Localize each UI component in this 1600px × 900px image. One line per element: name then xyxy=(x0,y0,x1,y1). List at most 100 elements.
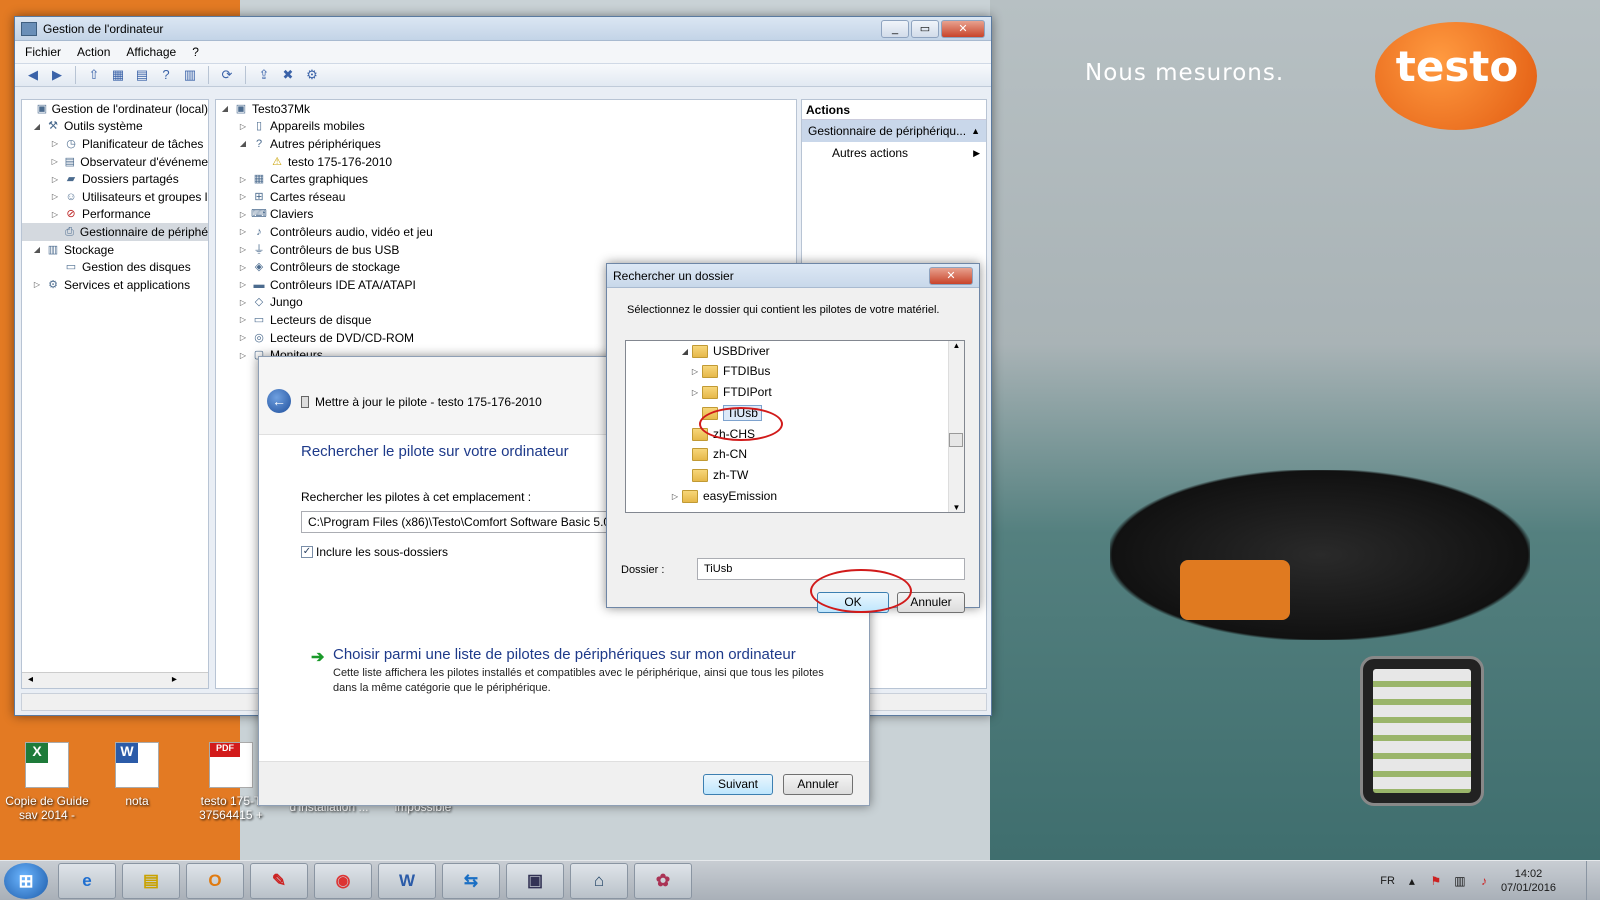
cancel-button[interactable]: Annuler xyxy=(783,774,853,795)
menu-help[interactable]: ? xyxy=(192,45,199,59)
tree-item-users-groups[interactable]: ▷ ☺ Utilisateurs et groupes l xyxy=(22,188,208,206)
browse-titlebar[interactable]: Rechercher un dossier ✕ xyxy=(607,264,979,288)
internet-explorer-icon[interactable]: e xyxy=(58,863,116,899)
include-subfolders-option[interactable]: ✓ Inclure les sous-dossiers xyxy=(301,545,448,559)
folder-ftdiport[interactable]: ▷ FTDIPort xyxy=(690,382,772,402)
next-button[interactable]: Suivant xyxy=(703,774,773,795)
pen-drive-icon[interactable]: ✎ xyxy=(250,863,308,899)
expand-arrow[interactable]: ▷ xyxy=(238,175,248,184)
device-category-usb[interactable]: ▷ ⏚ Contrôleurs de bus USB xyxy=(216,241,796,259)
expand-arrow[interactable]: ▷ xyxy=(238,245,248,254)
expand-arrow[interactable]: ◢ xyxy=(32,122,42,131)
action-center-icon[interactable]: ⚑ xyxy=(1429,874,1443,888)
paint-icon[interactable]: ✿ xyxy=(634,863,692,899)
tree-item-device-manager[interactable]: ⎙ Gestionnaire de périphé xyxy=(22,223,208,241)
device-category-network[interactable]: ▷ ⊞ Cartes réseau xyxy=(216,188,796,206)
scan-hardware-icon[interactable]: ⟳ xyxy=(217,66,237,84)
up-folder-icon[interactable]: ⇧ xyxy=(84,66,104,84)
network-icon[interactable]: ⌂ xyxy=(570,863,628,899)
update-driver-icon[interactable]: ⇪ xyxy=(254,66,274,84)
expand-arrow[interactable]: ▷ xyxy=(690,388,700,397)
device-category-mobile[interactable]: ▷ ▯ Appareils mobiles xyxy=(216,118,796,136)
menu-fichier[interactable]: Fichier xyxy=(25,45,61,59)
choose-driver-list-link[interactable]: Choisir parmi une liste de pilotes de pé… xyxy=(333,646,796,663)
tree-item-storage[interactable]: ◢ ▥ Stockage xyxy=(22,241,208,259)
language-indicator[interactable]: FR xyxy=(1380,875,1395,887)
word-icon[interactable]: W xyxy=(378,863,436,899)
enable-device-icon[interactable]: ⚙ xyxy=(302,66,322,84)
tree-item-computer-management[interactable]: ▣ Gestion de l'ordinateur (local) xyxy=(22,100,208,118)
expand-arrow[interactable]: ▷ xyxy=(50,192,60,201)
expand-arrow[interactable]: ▷ xyxy=(238,351,248,360)
folder-easyemission[interactable]: ▷ easyEmission xyxy=(670,486,777,506)
folder-tree[interactable]: ◢ USBDriver ▷ FTDIBus ▷ FTDIPort TiUsb z… xyxy=(625,340,965,513)
expand-arrow[interactable]: ▷ xyxy=(238,210,248,219)
network-status-icon[interactable]: ▥ xyxy=(1453,874,1467,888)
console-tree[interactable]: ▣ Gestion de l'ordinateur (local) ◢ ⚒ Ou… xyxy=(21,99,209,689)
desktop-icon-word[interactable]: nota xyxy=(92,742,182,808)
tree-item-shared-folders[interactable]: ▷ ▰ Dossiers partagés xyxy=(22,170,208,188)
collapse-arrow-icon[interactable]: ▲ xyxy=(971,120,980,142)
device-category-keyboard[interactable]: ▷ ⌨ Claviers xyxy=(216,206,796,224)
show-hidden-icons-icon[interactable]: ▴ xyxy=(1405,874,1419,888)
folder-ftdibus[interactable]: ▷ FTDIBus xyxy=(690,361,770,381)
show-hide-tree-icon[interactable]: ▦ xyxy=(108,66,128,84)
expand-arrow[interactable]: ▷ xyxy=(238,298,248,307)
chrome-icon[interactable]: ◉ xyxy=(314,863,372,899)
start-button[interactable]: ⊞ xyxy=(4,863,48,899)
cm-titlebar[interactable]: Gestion de l'ordinateur _ ▭ ✕ xyxy=(15,17,991,41)
device-testo[interactable]: ⚠ testo 175-176-2010 xyxy=(216,153,796,171)
expand-arrow[interactable]: ▷ xyxy=(690,367,700,376)
expand-arrow[interactable]: ◢ xyxy=(238,139,248,148)
expand-arrow[interactable]: ▷ xyxy=(50,157,59,166)
maximize-button[interactable]: ▭ xyxy=(911,19,939,38)
device-root[interactable]: ◢ ▣ Testo37Mk xyxy=(216,100,796,118)
close-button[interactable]: ✕ xyxy=(929,266,973,285)
actions-device-manager[interactable]: Gestionnaire de périphériqu... ▲ xyxy=(802,120,986,142)
scroll-thumb[interactable] xyxy=(949,433,963,447)
back-arrow-icon[interactable]: ← xyxy=(267,389,291,413)
teamviewer-icon[interactable]: ⇆ xyxy=(442,863,500,899)
expand-arrow[interactable]: ◢ xyxy=(680,347,690,356)
close-button[interactable]: ✕ xyxy=(941,19,985,38)
expand-arrow[interactable]: ▷ xyxy=(238,333,248,342)
forward-arrow-icon[interactable]: ▶ xyxy=(47,66,67,84)
expand-arrow[interactable]: ▷ xyxy=(238,227,248,236)
scroll-down-icon[interactable]: ▼ xyxy=(949,503,964,512)
explorer-icon[interactable]: ▤ xyxy=(122,863,180,899)
expand-arrow[interactable]: ◢ xyxy=(220,104,230,113)
driver-path-input[interactable]: C:\Program Files (x86)\Testo\Comfort Sof… xyxy=(301,511,641,533)
folder-zh-tw[interactable]: zh-TW xyxy=(680,465,748,485)
menu-affichage[interactable]: Affichage xyxy=(126,45,176,59)
tree-item-event-viewer[interactable]: ▷ ▤ Observateur d'événeme xyxy=(22,153,208,171)
include-subfolders-checkbox[interactable]: ✓ xyxy=(301,546,313,558)
device-category-display[interactable]: ▷ ▦ Cartes graphiques xyxy=(216,170,796,188)
uninstall-device-icon[interactable]: ✖ xyxy=(278,66,298,84)
show-desktop-button[interactable] xyxy=(1586,861,1600,900)
tree-item-disk-management[interactable]: ▭ Gestion des disques xyxy=(22,258,208,276)
clock[interactable]: 14:02 07/01/2016 xyxy=(1501,867,1556,895)
tree-item-services-apps[interactable]: ▷ ⚙ Services et applications xyxy=(22,276,208,294)
properties-icon[interactable]: ▤ xyxy=(132,66,152,84)
tree-item-system-tools[interactable]: ◢ ⚒ Outils système xyxy=(22,118,208,136)
horizontal-scrollbar[interactable]: ◂ ▸ xyxy=(22,672,208,688)
show-hide-action-pane-icon[interactable]: ▥ xyxy=(180,66,200,84)
desktop-icon-excel[interactable]: Copie de Guide sav 2014 - xyxy=(2,742,92,822)
scroll-up-icon[interactable]: ▲ xyxy=(949,341,964,350)
folder-zh-cn[interactable]: zh-CN xyxy=(680,444,747,464)
browse-folder-dialog[interactable]: Rechercher un dossier ✕ Sélectionnez le … xyxy=(606,263,980,613)
back-arrow-icon[interactable]: ◀ xyxy=(23,66,43,84)
device-category-audio[interactable]: ▷ ♪ Contrôleurs audio, vidéo et jeu xyxy=(216,223,796,241)
folder-usbdriver[interactable]: ◢ USBDriver xyxy=(680,341,770,361)
volume-icon[interactable]: ♪ xyxy=(1477,874,1491,888)
expand-arrow[interactable]: ▷ xyxy=(238,315,248,324)
help-icon[interactable]: ? xyxy=(156,66,176,84)
expand-arrow[interactable]: ▷ xyxy=(238,280,248,289)
expand-arrow[interactable]: ▷ xyxy=(670,492,680,501)
outlook-icon[interactable]: O xyxy=(186,863,244,899)
expand-arrow[interactable]: ▷ xyxy=(238,263,248,272)
expand-arrow[interactable]: ◢ xyxy=(32,245,42,254)
expand-arrow[interactable]: ▷ xyxy=(50,139,60,148)
remote-desktop-icon[interactable]: ▣ xyxy=(506,863,564,899)
actions-more[interactable]: Autres actions ▶ xyxy=(802,142,986,164)
